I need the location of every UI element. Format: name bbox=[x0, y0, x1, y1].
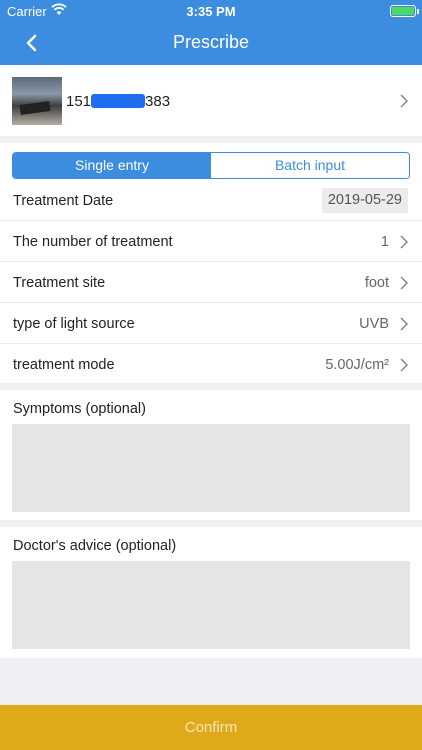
patient-photo bbox=[12, 77, 62, 125]
chevron-right-icon bbox=[400, 276, 409, 290]
patient-id: 151 383 bbox=[66, 93, 170, 110]
status-bar: Carrier 3:35 PM bbox=[0, 0, 422, 22]
patient-id-suffix: 383 bbox=[145, 93, 171, 110]
tab-batch-input[interactable]: Batch input bbox=[211, 153, 409, 178]
chevron-right-icon bbox=[400, 94, 409, 108]
symptoms-input[interactable] bbox=[12, 424, 410, 512]
number-of-treatment-label: The number of treatment bbox=[13, 234, 173, 250]
patient-id-prefix: 151 bbox=[66, 93, 92, 110]
advice-input[interactable] bbox=[12, 561, 410, 649]
chevron-right-icon bbox=[400, 317, 409, 331]
treatment-site-label: Treatment site bbox=[13, 275, 106, 291]
confirm-button[interactable]: Confirm bbox=[0, 705, 422, 750]
patient-row[interactable]: 151 383 bbox=[0, 65, 422, 136]
treatment-mode-row[interactable]: treatment mode 5.00J/cm² bbox=[0, 344, 422, 385]
entry-mode-segmented-control[interactable]: Single entry Batch input bbox=[12, 152, 410, 179]
advice-section: Doctor's advice (optional) bbox=[0, 527, 422, 658]
treatment-mode-label: treatment mode bbox=[13, 357, 115, 373]
navigation-bar: Carrier 3:35 PM Prescribe bbox=[0, 0, 422, 65]
light-source-row[interactable]: type of light source UVB bbox=[0, 303, 422, 344]
clock: 3:35 PM bbox=[186, 4, 236, 19]
redaction-mask bbox=[91, 94, 146, 108]
chevron-right-icon bbox=[400, 235, 409, 249]
treatment-form: Single entry Batch input Treatment Date … bbox=[0, 143, 422, 383]
treatment-date-value[interactable]: 2019-05-29 bbox=[321, 188, 408, 213]
page-title: Prescribe bbox=[172, 32, 250, 52]
chevron-right-icon bbox=[400, 358, 409, 372]
symptoms-section: Symptoms (optional) bbox=[0, 390, 422, 520]
advice-label: Doctor's advice (optional) bbox=[13, 538, 177, 554]
treatment-site-row[interactable]: Treatment site foot bbox=[0, 262, 422, 303]
light-source-value: UVB bbox=[359, 316, 389, 332]
light-source-label: type of light source bbox=[13, 316, 135, 332]
battery-icon bbox=[390, 5, 419, 17]
treatment-site-value: foot bbox=[364, 275, 389, 291]
number-of-treatment-row[interactable]: The number of treatment 1 bbox=[0, 221, 422, 262]
number-of-treatment-value: 1 bbox=[380, 234, 389, 250]
treatment-date-label: Treatment Date bbox=[13, 193, 114, 209]
treatment-date-row[interactable]: Treatment Date 2019-05-29 bbox=[0, 180, 422, 221]
treatment-mode-value: 5.00J/cm² bbox=[325, 357, 389, 373]
symptoms-label: Symptoms (optional) bbox=[13, 401, 146, 417]
tab-single-entry[interactable]: Single entry bbox=[13, 153, 211, 178]
